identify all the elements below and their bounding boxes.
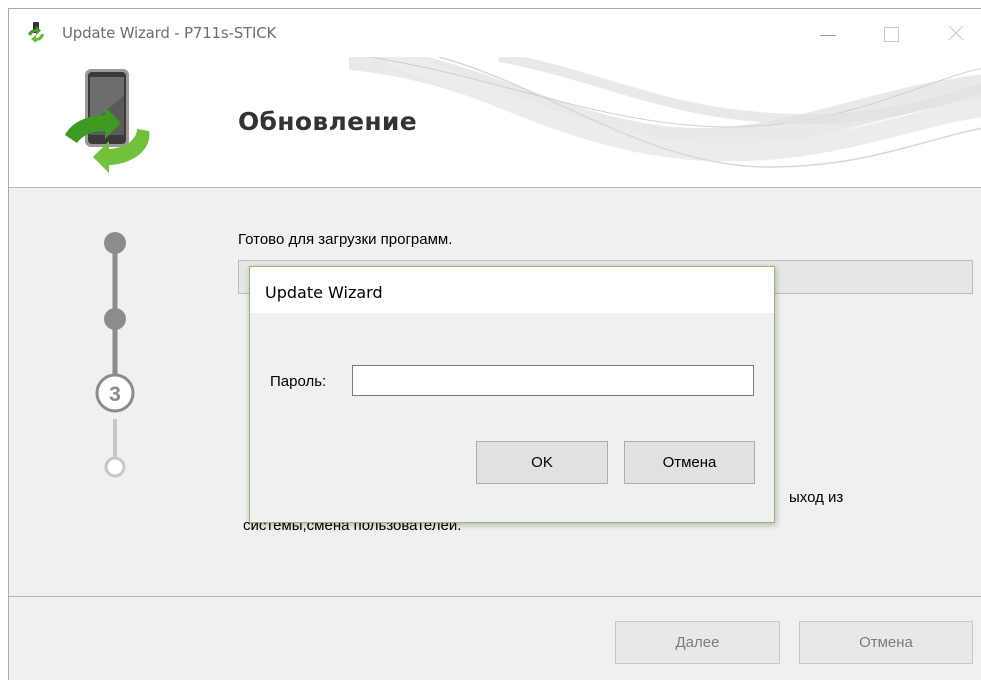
dialog-title: Update Wizard: [265, 283, 383, 302]
step-4-dot: [104, 456, 126, 478]
dialog-cancel-button[interactable]: Отмена: [624, 441, 755, 484]
phone-sync-icon: [65, 69, 150, 173]
maximize-button[interactable]: [881, 21, 905, 45]
password-label: Пароль:: [270, 373, 327, 390]
close-icon: [948, 25, 964, 41]
window-title: Update Wizard - P711s-STICK: [62, 24, 277, 42]
decorative-waves: [349, 57, 981, 168]
footer-divider: [9, 596, 981, 597]
ok-button[interactable]: OK: [476, 441, 608, 484]
wizard-header: Обновление: [9, 57, 981, 188]
password-dialog: Update Wizard Пароль: OK Отмена: [249, 266, 775, 523]
warning-text-line1: ыход из: [789, 489, 844, 506]
password-input[interactable]: [352, 365, 754, 396]
step-2-dot: [104, 308, 126, 330]
step-3-number: 3: [109, 383, 121, 406]
close-button[interactable]: [944, 21, 968, 45]
update-wizard-icon: [28, 22, 44, 43]
status-label: Готово для загрузки программ.: [238, 231, 453, 248]
cancel-button[interactable]: Отмена: [799, 621, 973, 664]
step-indicator: 3: [95, 232, 135, 478]
page-title: Обновление: [238, 107, 417, 136]
dialog-title-bar[interactable]: Update Wizard: [250, 267, 774, 313]
next-button[interactable]: Далее: [615, 621, 780, 664]
step-1-dot: [104, 232, 126, 254]
title-bar[interactable]: Update Wizard - P711s-STICK: [9, 9, 981, 57]
minimize-button[interactable]: [817, 21, 841, 45]
